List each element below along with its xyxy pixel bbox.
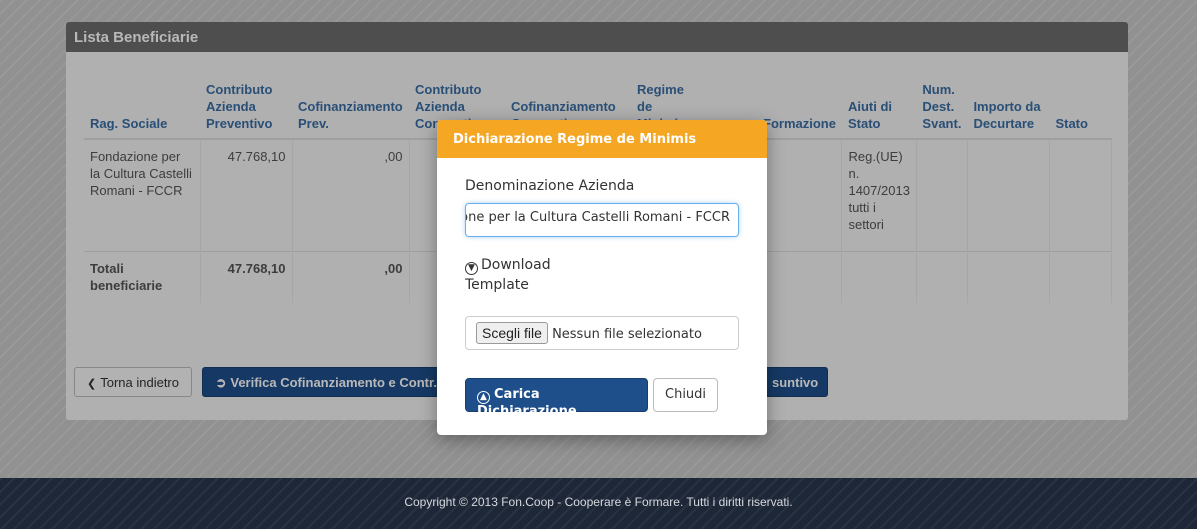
minimis-modal: Dichiarazione Regime de Minimis Denomina… [437, 120, 767, 435]
company-name-label: Denominazione Azienda [465, 178, 635, 194]
copyright-text: Copyright © 2013 Fon.Coop - Cooperare è … [404, 495, 793, 509]
file-status: Nessun file selezionato [552, 327, 702, 342]
close-button[interactable]: Chiudi [653, 378, 719, 412]
company-name-input[interactable]: Fondazione per la Cultura Castelli Roman… [465, 203, 739, 237]
download-circle-icon: ▼ [465, 262, 478, 275]
modal-body: Denominazione Azienda Fondazione per la … [437, 158, 767, 419]
file-input[interactable]: Scegli file Nessun file selezionato [465, 316, 739, 350]
upload-circle-icon: ▲ [477, 391, 490, 404]
template-label: Template [465, 277, 529, 293]
page-footer: Copyright © 2013 Fon.Coop - Cooperare è … [0, 478, 1197, 529]
modal-title: Dichiarazione Regime de Minimis [437, 120, 767, 158]
upload-button[interactable]: ▲ Carica Dichiarazione [465, 378, 648, 419]
upload-button-label: Carica Dichiarazione [477, 387, 577, 419]
download-label: Download [481, 257, 551, 273]
modal-actions: ▲ Carica Dichiarazione Chiudi [465, 378, 739, 419]
company-name-value: Fondazione per la Cultura Castelli Roman… [466, 210, 730, 225]
download-template-link[interactable]: ▼ Download Template [465, 255, 739, 295]
choose-file-button[interactable]: Scegli file [476, 322, 548, 344]
